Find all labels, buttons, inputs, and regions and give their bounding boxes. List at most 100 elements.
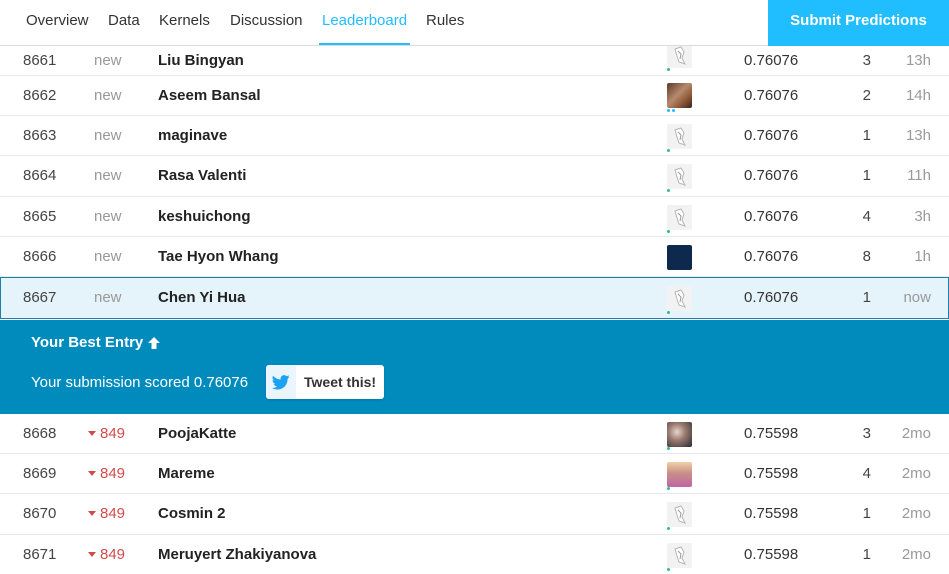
- team-name[interactable]: Cosmin 2: [158, 494, 226, 533]
- table-row[interactable]: 8666 new Tae Hyon Whang 0.76076 8 1h: [0, 236, 949, 277]
- arrow-down-icon: [88, 431, 96, 437]
- entries: 4: [862, 465, 871, 483]
- rank-change-value: 849: [100, 465, 126, 483]
- default-avatar-icon[interactable]: [667, 502, 692, 528]
- tab-data[interactable]: Data: [108, 0, 140, 46]
- team-name[interactable]: Liu Bingyan: [158, 46, 244, 75]
- submission-score-text: Your submission scored 0.76076: [31, 374, 249, 391]
- default-avatar-icon[interactable]: [667, 43, 692, 68]
- entries: 8: [862, 247, 871, 265]
- user-avatar[interactable]: [667, 244, 692, 270]
- user-avatar[interactable]: [667, 83, 692, 108]
- tier-indicator: [667, 189, 670, 193]
- tab-rules[interactable]: Rules: [426, 0, 464, 46]
- table-row[interactable]: 8670 849 Cosmin 2 0.75598 1 2mo: [0, 494, 949, 535]
- team-name[interactable]: Aseem Bansal: [158, 76, 261, 115]
- tier-indicator: [667, 487, 670, 491]
- best-entry-title-text: Your Best Entry: [31, 334, 144, 351]
- table-row[interactable]: 8664 new Rasa Valenti 0.76076 1 11h: [0, 156, 949, 197]
- entries: 3: [862, 52, 871, 69]
- team-name[interactable]: PoojaKatte: [158, 414, 236, 453]
- rank: 8669: [23, 465, 57, 483]
- twitter-icon: [266, 365, 296, 399]
- entries: 1: [862, 505, 871, 523]
- tier-indicator: [667, 447, 670, 450]
- rank-change: new: [94, 167, 122, 185]
- table-row[interactable]: 8671 849 Meruyert Zhakiyanova 0.75598 1 …: [0, 534, 949, 574]
- tab-overview[interactable]: Overview: [26, 0, 89, 46]
- score: 0.75598: [744, 545, 799, 563]
- team-name[interactable]: Chen Yi Hua: [158, 278, 246, 318]
- leaderboard-table-continued: 8668 849 PoojaKatte 0.75598 3 2mo 8669 8…: [0, 414, 949, 574]
- table-row[interactable]: 8669 849 Mareme 0.75598 4 2mo: [0, 454, 949, 495]
- tier-indicator: [667, 567, 670, 571]
- table-row[interactable]: 8661 new Liu Bingyan 0.76076 3 13h: [0, 43, 949, 76]
- rank-change: new: [94, 52, 122, 69]
- tab-kernels[interactable]: Kernels: [159, 0, 210, 46]
- rank-change: new: [94, 247, 122, 265]
- entries: 2: [862, 87, 871, 105]
- entries: 4: [862, 207, 871, 225]
- score: 0.76076: [744, 247, 799, 265]
- user-avatar[interactable]: [667, 462, 692, 488]
- rank: 8663: [23, 127, 57, 145]
- tab-leaderboard[interactable]: Leaderboard: [318, 0, 411, 46]
- last-submission: 14h: [905, 87, 931, 105]
- default-avatar-icon[interactable]: [667, 164, 692, 190]
- rank-change: new: [94, 87, 122, 105]
- rank-change: 849: [88, 414, 125, 453]
- best-entry-banner: Your Best Entry Your submission scored 0…: [0, 320, 949, 414]
- table-row[interactable]: 8668 849 PoojaKatte 0.75598 3 2mo: [0, 414, 949, 455]
- team-name[interactable]: Mareme: [158, 454, 215, 493]
- default-avatar-icon[interactable]: [667, 542, 692, 568]
- rank: 8668: [23, 425, 57, 443]
- competition-nav: Overview Data Kernels Discussion Leaderb…: [0, 0, 949, 46]
- last-submission: 11h: [907, 167, 931, 185]
- last-submission: 3h: [914, 207, 931, 225]
- table-row[interactable]: 8665 new keshuichong 0.76076 4 3h: [0, 196, 949, 237]
- team-name[interactable]: keshuichong: [158, 197, 251, 236]
- team-name[interactable]: Rasa Valenti: [158, 156, 246, 195]
- tab-discussion[interactable]: Discussion: [230, 0, 303, 46]
- tier-indicator: [667, 68, 670, 71]
- score: 0.76076: [744, 87, 799, 105]
- table-row-your-entry[interactable]: 8667 new Chen Yi Hua 0.76076 1 now: [0, 276, 949, 319]
- rank-change: 849: [88, 454, 125, 493]
- last-submission: 13h: [905, 52, 931, 69]
- default-avatar-icon[interactable]: [667, 124, 692, 150]
- team-name[interactable]: maginave: [158, 116, 227, 155]
- rank-change: new: [94, 207, 122, 225]
- score: 0.76076: [744, 289, 799, 307]
- rank-change-value: 849: [100, 425, 126, 443]
- default-avatar-icon[interactable]: [667, 285, 692, 311]
- team-name[interactable]: Tae Hyon Whang: [158, 237, 279, 276]
- table-row[interactable]: 8663 new maginave 0.76076 1 13h: [0, 116, 949, 157]
- rank-change-value: 849: [100, 545, 126, 563]
- rank: 8666: [23, 247, 57, 265]
- table-row[interactable]: 8662 new Aseem Bansal 0.76076 2 14h: [0, 76, 949, 117]
- rank: 8667: [23, 289, 57, 307]
- leaderboard-table: 8661 new Liu Bingyan 0.76076 3 13h 8662 …: [0, 43, 949, 319]
- score: 0.76076: [744, 207, 799, 225]
- last-submission: 1h: [914, 247, 931, 265]
- score: 0.75598: [744, 505, 799, 523]
- score: 0.75598: [744, 465, 799, 483]
- last-submission: 2mo: [901, 465, 931, 483]
- user-avatar[interactable]: [667, 422, 692, 447]
- rank: 8670: [23, 505, 57, 523]
- rank: 8665: [23, 207, 57, 225]
- entries: 3: [862, 425, 871, 443]
- arrow-down-icon: [88, 551, 96, 557]
- default-avatar-icon[interactable]: [667, 204, 692, 230]
- rank-change: 849: [88, 494, 125, 533]
- tier-indicator: [667, 310, 670, 314]
- submit-predictions-button[interactable]: Submit Predictions: [768, 0, 949, 46]
- tweet-button[interactable]: Tweet this!: [266, 365, 384, 399]
- tweet-button-label: Tweet this!: [304, 374, 377, 390]
- score: 0.75598: [744, 425, 799, 443]
- arrow-down-icon: [88, 471, 96, 477]
- entries: 1: [862, 127, 871, 145]
- tier-indicator: [667, 109, 675, 112]
- rank-change: 849: [88, 535, 125, 574]
- team-name[interactable]: Meruyert Zhakiyanova: [158, 535, 316, 574]
